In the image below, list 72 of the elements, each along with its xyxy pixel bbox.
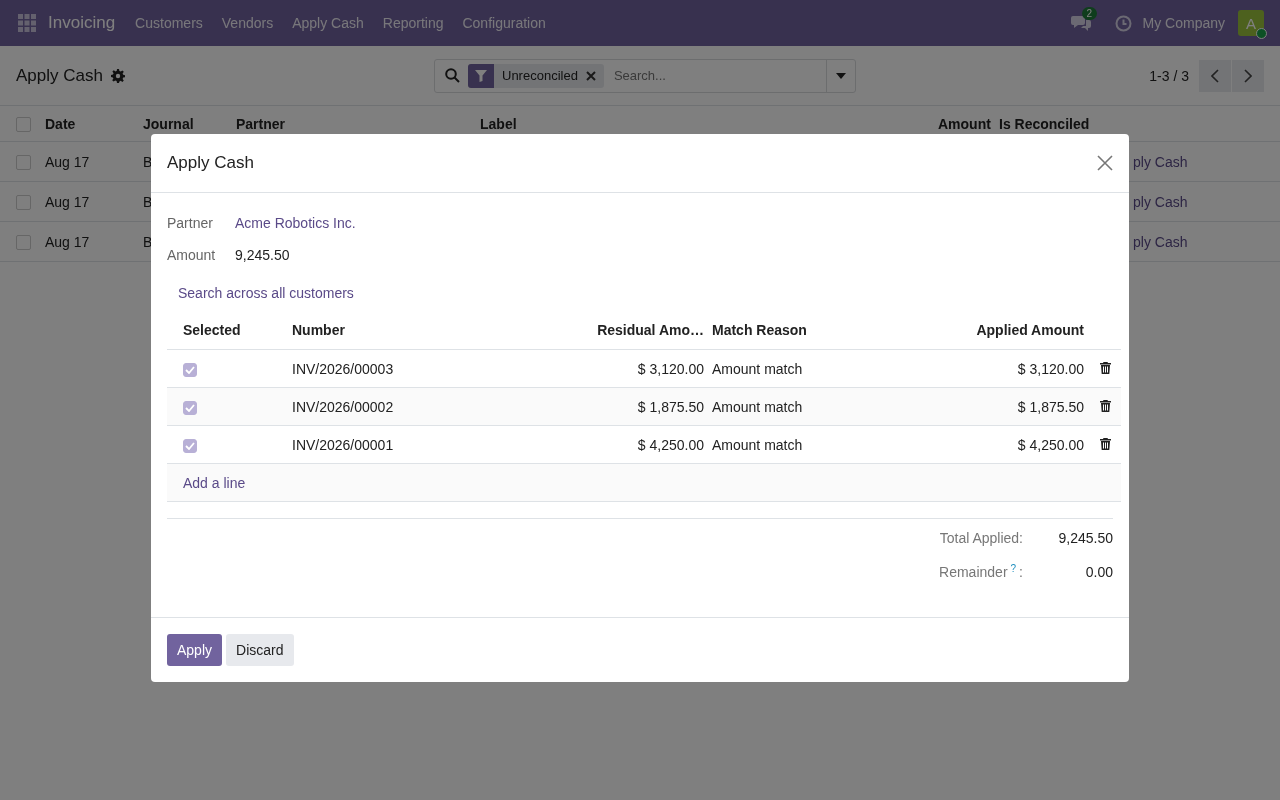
apply-cash-link[interactable]: ply Cash [1133, 193, 1188, 210]
chat-icon[interactable] [1070, 15, 1091, 31]
column-header[interactable]: Date [37, 106, 135, 142]
column-header[interactable]: Applied Amount [904, 311, 1092, 350]
help-tooltip[interactable]: ? [1010, 563, 1017, 574]
company-name[interactable]: My Company [1142, 15, 1225, 31]
table-cell: Aug 17 [37, 181, 135, 222]
checkbox[interactable] [16, 154, 31, 170]
field-value: 9,245.50 [235, 247, 290, 263]
search-icon [445, 68, 460, 83]
trash-icon[interactable] [1100, 399, 1111, 412]
column-header[interactable]: Residual Amo… [568, 311, 704, 350]
previous-button[interactable] [1199, 59, 1231, 92]
table-cell: $ 3,120.00 [904, 349, 1092, 388]
settings-icon[interactable] [110, 68, 125, 83]
message-count-badge: 2 [1081, 7, 1098, 20]
menu-item[interactable]: Reporting [382, 15, 444, 31]
table-cell: $ 1,875.50 [904, 387, 1092, 426]
table-cell: Amount match [704, 387, 904, 426]
total-label: Remainder [939, 564, 1008, 580]
column-header[interactable]: Number [284, 311, 568, 350]
chevron-left-icon [1211, 68, 1219, 83]
menu-item[interactable]: Vendors [221, 15, 274, 31]
column-header[interactable]: Selected [167, 311, 284, 350]
search-customers-link[interactable]: Search across all customers [178, 285, 354, 301]
app-name[interactable]: Invoicing [48, 13, 116, 33]
apps-grid-icon[interactable] [18, 14, 36, 32]
remove-icon[interactable] [585, 70, 596, 81]
table-cell: $ 3,120.00 [568, 349, 704, 388]
checkbox[interactable] [16, 194, 31, 210]
caret-icon[interactable] [836, 72, 846, 79]
table-cell: Aug 17 [37, 221, 135, 262]
table-cell: INV/2026/00002 [284, 387, 568, 426]
apply-cash-link[interactable]: ply Cash [1133, 233, 1188, 250]
checkbox[interactable] [183, 400, 197, 415]
table-cell: Aug 17 [37, 141, 135, 182]
label-colon: : [1019, 564, 1023, 580]
checkbox[interactable] [183, 362, 197, 377]
trash-icon[interactable] [1100, 361, 1111, 374]
filter-icon [475, 69, 487, 82]
trash-icon[interactable] [1100, 437, 1111, 450]
total-value: 0.00 [1084, 564, 1113, 580]
menu-item[interactable]: Apply Cash [292, 15, 364, 31]
checkbox[interactable] [183, 438, 197, 453]
table-cell: Amount match [704, 425, 904, 464]
apply-cash-link[interactable]: ply Cash [1133, 153, 1188, 170]
clock-icon[interactable] [1114, 14, 1132, 32]
partner-link[interactable]: Acme Robotics Inc. [235, 215, 356, 231]
menu-item[interactable]: Configuration [462, 15, 546, 31]
total-label: Total Applied: [939, 530, 1023, 546]
close-icon[interactable] [1097, 155, 1113, 171]
discard-button[interactable]: Discard [226, 634, 294, 666]
field-label: Amount [167, 247, 217, 263]
total-value: 9,245.50 [1057, 530, 1113, 546]
menu-item[interactable]: Customers [135, 15, 203, 31]
checkbox[interactable] [16, 116, 31, 132]
table-cell: INV/2026/00001 [284, 425, 568, 464]
add-line-link[interactable]: Add a line [183, 474, 246, 491]
search-field[interactable]: Unreconciled Search... [434, 58, 856, 93]
filter-facet[interactable]: Unreconciled [468, 63, 604, 88]
page-title: Apply Cash [16, 65, 103, 86]
next-button[interactable] [1232, 59, 1264, 92]
pager-value: 1-3 / 3 [1149, 67, 1189, 84]
checkbox[interactable] [16, 234, 31, 250]
table-cell: $ 4,250.00 [568, 425, 704, 464]
apply-button[interactable]: Apply [167, 634, 223, 666]
table-cell: INV/2026/00003 [284, 349, 568, 388]
table-cell: Amount match [704, 349, 904, 388]
chevron-right-icon [1244, 68, 1252, 83]
table-cell: $ 4,250.00 [904, 425, 1092, 464]
column-header[interactable]: Match Reason [704, 311, 904, 350]
table-cell: $ 1,875.50 [568, 387, 704, 426]
